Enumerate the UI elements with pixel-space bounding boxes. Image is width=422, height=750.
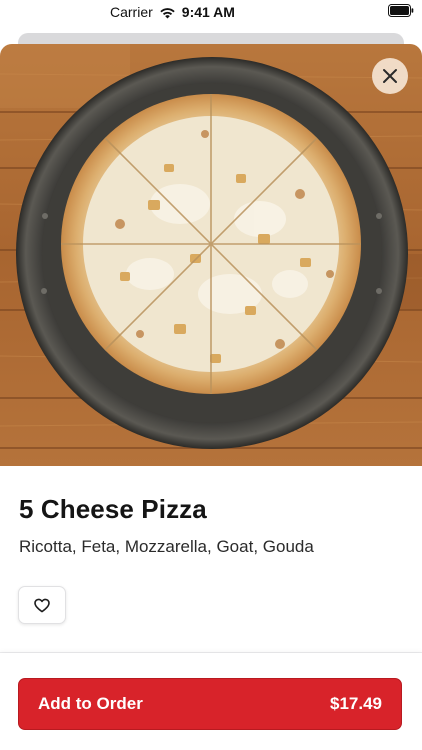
status-bar: Carrier 9:41 AM xyxy=(0,0,422,24)
item-price: $17.49 xyxy=(330,694,382,713)
close-button[interactable] xyxy=(372,58,408,94)
pizza-photo-illustration xyxy=(0,44,422,466)
wifi-icon xyxy=(160,7,175,18)
close-icon xyxy=(383,69,397,83)
heart-icon xyxy=(34,598,50,612)
add-to-order-label: Add to Order xyxy=(38,694,143,713)
order-bar: Add to Order $17.49 xyxy=(0,653,422,750)
carrier-label: Carrier xyxy=(110,4,153,20)
item-description: Ricotta, Feta, Mozzarella, Goat, Gouda xyxy=(19,537,314,556)
item-title: 5 Cheese Pizza xyxy=(19,494,207,524)
screen: Carrier 9:41 AM 5 Cheese Pizza Ricotta, … xyxy=(0,0,422,750)
add-to-order-button[interactable]: Add to Order $17.49 xyxy=(18,678,402,730)
clock-time: 9:41 AM xyxy=(181,4,235,20)
item-photo xyxy=(0,44,422,466)
favorite-button[interactable] xyxy=(18,586,66,624)
item-detail-modal: 5 Cheese Pizza Ricotta, Feta, Mozzarella… xyxy=(0,44,422,750)
status-info: Carrier 9:41 AM xyxy=(110,3,235,21)
battery-icon xyxy=(388,4,414,17)
